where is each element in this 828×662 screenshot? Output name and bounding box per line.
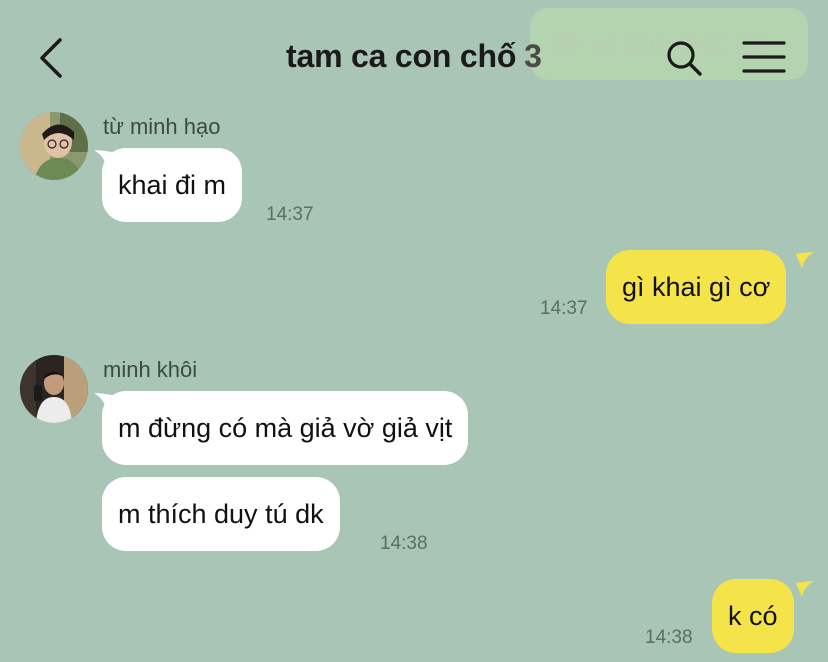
bubble-tail: [796, 581, 814, 597]
bubble-tail: [94, 150, 112, 166]
bubble-tail: [94, 393, 112, 409]
message-text: gì khai gì cơ: [622, 272, 771, 302]
message-text: khai đi m: [118, 170, 227, 200]
message-time: 14:38: [380, 533, 428, 554]
message-bubble-outgoing[interactable]: gì khai gì cơ: [606, 250, 787, 324]
avatar-photo: [20, 112, 88, 180]
message-text: k có: [728, 601, 778, 631]
search-button[interactable]: [664, 38, 704, 78]
message-bubble-incoming[interactable]: m đừng có mà giả vờ giả vịt: [102, 391, 469, 465]
message-text: m thích duy tú dk: [118, 499, 324, 529]
message-text: m đừng có mà giả vờ giả vịt: [118, 413, 453, 443]
message-time: 14:37: [540, 298, 588, 319]
message-bubble-outgoing[interactable]: k có: [712, 579, 794, 653]
message-bubble-incoming[interactable]: m thích duy tú dk: [102, 477, 340, 551]
avatar-photo: [20, 355, 88, 423]
bubble-tail: [796, 252, 814, 268]
chat-title: tam ca con chố: [286, 38, 517, 74]
menu-icon: [742, 41, 786, 73]
message-time: 14:37: [266, 204, 314, 225]
message-time: 14:38: [645, 627, 693, 648]
sender-name: từ minh hạo: [103, 114, 221, 139]
menu-button[interactable]: [742, 40, 786, 74]
message-bubble-incoming[interactable]: khai đi m: [102, 148, 243, 222]
sender-name: minh khôi: [103, 357, 198, 382]
avatar[interactable]: [20, 112, 88, 180]
avatar[interactable]: [20, 355, 88, 423]
member-count: 3: [524, 38, 542, 74]
search-icon: [667, 41, 702, 76]
chat-header: đệ sẽ làm thật tốt tam ca con chố 3: [0, 0, 828, 110]
